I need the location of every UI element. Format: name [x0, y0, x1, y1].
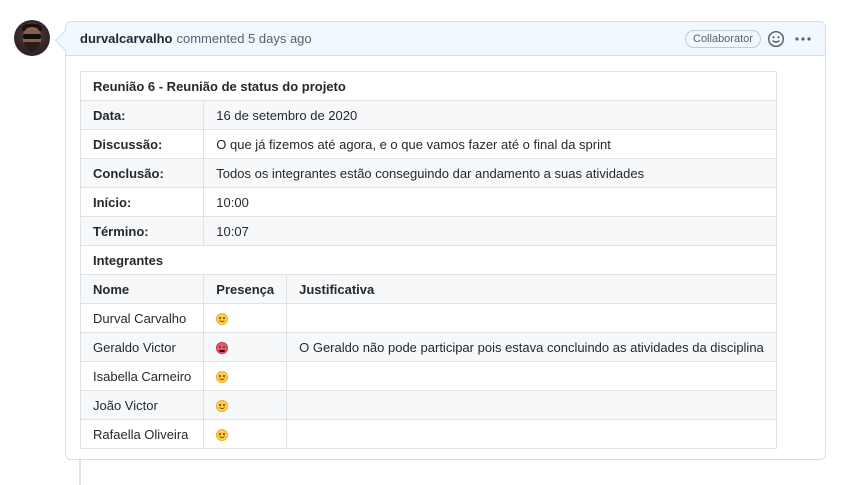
member-name: Rafaella Oliveira	[79, 419, 205, 449]
field-label: Término:	[79, 216, 205, 246]
author-link[interactable]: durvalcarvalho	[80, 31, 173, 46]
smile-emoji-icon	[216, 371, 229, 384]
table-header-row: Nome Presença Justificativa	[79, 274, 777, 304]
field-label: Discussão:	[79, 129, 205, 159]
member-name: João Victor	[79, 390, 205, 420]
field-value: 10:00	[203, 187, 777, 217]
smile-emoji-icon	[216, 429, 229, 442]
smile-emoji-icon	[216, 313, 229, 326]
comment-box: durvalcarvalho commented 5 days ago Coll…	[65, 21, 826, 460]
member-name: Isabella Carneiro	[79, 361, 205, 391]
table-row: João Victor	[79, 390, 777, 420]
column-header-name: Nome	[79, 274, 205, 304]
comment-timestamp[interactable]: commented 5 days ago	[177, 31, 312, 46]
member-name: Geraldo Victor	[79, 332, 205, 362]
justification-cell	[286, 303, 777, 333]
table-row: Isabella Carneiro	[79, 361, 777, 391]
collaborator-badge: Collaborator	[685, 30, 761, 48]
table-row: Discussão: O que já fizemos até agora, e…	[79, 129, 777, 159]
field-value: Todos os integrantes estão conseguindo d…	[203, 158, 777, 188]
author-avatar[interactable]	[14, 20, 50, 56]
presence-cell	[203, 419, 288, 449]
field-value: 16 de setembro de 2020	[203, 100, 777, 130]
avatar-glasses	[23, 34, 41, 39]
presence-cell	[203, 361, 288, 391]
field-value: O que já fizemos até agora, e o que vamo…	[203, 129, 777, 159]
meeting-table: Reunião 6 - Reunião de status do projeto…	[79, 71, 777, 449]
presence-cell	[203, 303, 288, 333]
timeline-connector	[79, 460, 81, 485]
column-header-justification: Justificativa	[286, 274, 777, 304]
kebab-horizontal-icon[interactable]	[793, 30, 813, 48]
justification-cell: O Geraldo não pode participar pois estav…	[286, 332, 777, 362]
justification-cell	[286, 390, 777, 420]
table-row: Geraldo Victor O Geraldo não pode partic…	[79, 332, 777, 362]
avatar-beard	[24, 42, 40, 51]
justification-cell	[286, 419, 777, 449]
justification-cell	[286, 361, 777, 391]
presence-cell	[203, 332, 288, 362]
table-row: Término: 10:07	[79, 216, 777, 246]
table-row: Rafaella Oliveira	[79, 419, 777, 449]
comment-header: durvalcarvalho commented 5 days ago Coll…	[66, 22, 825, 56]
field-label: Início:	[79, 187, 205, 217]
table-row: Integrantes	[80, 245, 777, 275]
smile-emoji-icon	[216, 400, 229, 413]
angry-emoji-icon	[216, 342, 229, 355]
smiley-icon[interactable]	[767, 30, 785, 48]
field-value: 10:07	[203, 216, 777, 246]
column-header-presence: Presença	[203, 274, 288, 304]
meeting-title: Reunião 6 - Reunião de status do projeto	[80, 71, 777, 101]
section-heading: Integrantes	[80, 245, 777, 275]
table-row: Início: 10:00	[79, 187, 777, 217]
field-label: Conclusão:	[79, 158, 205, 188]
table-row: Reunião 6 - Reunião de status do projeto	[80, 71, 777, 101]
table-row: Durval Carvalho	[79, 303, 777, 333]
presence-cell	[203, 390, 288, 420]
table-row: Conclusão: Todos os integrantes estão co…	[79, 158, 777, 188]
member-name: Durval Carvalho	[79, 303, 205, 333]
field-label: Data:	[79, 100, 205, 130]
table-row: Data: 16 de setembro de 2020	[79, 100, 777, 130]
